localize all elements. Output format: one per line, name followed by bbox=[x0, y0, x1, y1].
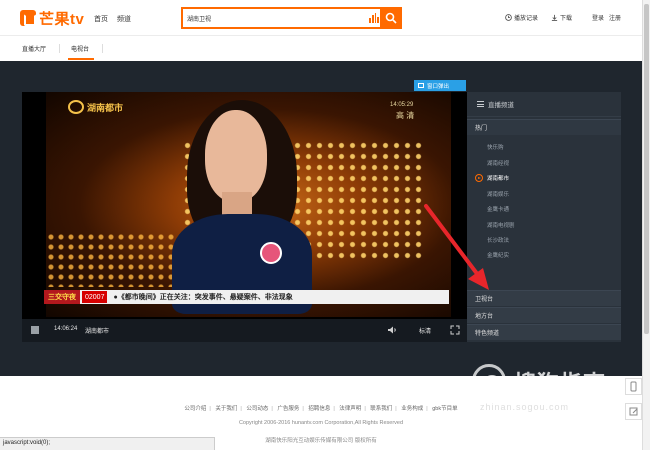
category-featured[interactable]: 特色频道 bbox=[467, 324, 621, 340]
footer-link-ads[interactable]: 广告服务 bbox=[277, 406, 299, 412]
ticker-text: ●《都市晚间》正在关注：突发事件、悬疑案件、非法现象 bbox=[113, 294, 293, 301]
subnav-divider bbox=[102, 44, 103, 53]
footer-link-legal[interactable]: 法律声明 bbox=[339, 406, 361, 412]
scrollbar-thumb[interactable] bbox=[644, 4, 649, 334]
download-icon bbox=[551, 14, 558, 21]
footer-copyright: Copyright 2006-2016 hunantv.com Corporat… bbox=[238, 420, 404, 426]
tab-live-hall[interactable]: 直播大厅 bbox=[22, 44, 46, 53]
channel-label: 湖南都市 bbox=[487, 176, 510, 182]
mango-tv-logo[interactable]: 芒果tv bbox=[20, 9, 85, 28]
channel-item[interactable]: 湖南经视 bbox=[467, 157, 621, 169]
popout-window-button[interactable]: 窗口弹出 bbox=[414, 80, 466, 91]
footer-link-business[interactable]: 业务构成 bbox=[401, 406, 423, 412]
channel-item[interactable]: 湖南娱乐 bbox=[467, 188, 621, 200]
nav-home-link[interactable]: 首页 bbox=[94, 14, 108, 24]
channel-item[interactable]: 金鹰卡通 bbox=[467, 203, 621, 215]
current-channel-name: 湖南都市 bbox=[85, 329, 110, 335]
search-box bbox=[181, 7, 402, 29]
station-logo: 湖南都市 bbox=[68, 100, 123, 114]
current-time: 14:06:24 bbox=[54, 326, 78, 332]
channel-item[interactable]: 湖南电视剧 bbox=[467, 219, 621, 231]
active-tab-indicator bbox=[68, 58, 94, 60]
live-channel-panel: 直播频道 热门 快乐购 湖南经视 湖南都市 湖南娱乐 金鹰卡通 湖南电视剧 长沙… bbox=[467, 92, 621, 342]
footer-link-about-company[interactable]: 公司介绍 bbox=[184, 406, 206, 412]
tab-tv-stations[interactable]: 电视台 bbox=[71, 44, 89, 53]
on-screen-hd-label: 高 清 bbox=[396, 111, 415, 120]
download-button[interactable]: 下载 bbox=[551, 13, 572, 22]
hot-search-icon[interactable] bbox=[369, 13, 379, 23]
channel-item-active[interactable]: 湖南都市 bbox=[467, 172, 621, 184]
history-button[interactable]: 播放记录 bbox=[505, 13, 538, 22]
list-icon bbox=[477, 101, 484, 107]
nav-channels-link[interactable]: 频道 bbox=[117, 14, 131, 24]
login-link[interactable]: 登录 bbox=[592, 13, 604, 22]
category-satellite[interactable]: 卫视台 bbox=[467, 290, 621, 306]
name-badge bbox=[260, 242, 282, 264]
footer-link-news[interactable]: 公司动态 bbox=[246, 406, 268, 412]
footer-link-contact[interactable]: 联系我们 bbox=[370, 406, 392, 412]
panel-title: 直播频道 bbox=[488, 102, 514, 109]
category-local[interactable]: 地方台 bbox=[467, 307, 621, 323]
play-icon bbox=[475, 174, 483, 182]
footer-link-gbk-schedule[interactable]: gbk节目单 bbox=[432, 406, 457, 412]
footer-link-about-us[interactable]: 关于我们 bbox=[215, 406, 237, 412]
logo-text: 芒果tv bbox=[39, 10, 85, 28]
download-label: 下载 bbox=[560, 16, 573, 22]
studio-lights bbox=[46, 232, 176, 287]
register-link[interactable]: 注册 bbox=[609, 13, 621, 22]
search-input[interactable] bbox=[187, 12, 363, 25]
popout-label: 窗口弹出 bbox=[427, 83, 450, 90]
window-icon bbox=[418, 83, 424, 88]
top-header: 芒果tv 首页 频道 播放记录 下载 登录 注册 bbox=[0, 0, 642, 36]
search-icon bbox=[385, 12, 397, 24]
station-logo-text: 湖南都市 bbox=[87, 102, 124, 113]
clock-icon bbox=[505, 14, 512, 21]
panel-header: 直播频道 bbox=[467, 92, 621, 117]
history-label: 播放记录 bbox=[514, 16, 539, 22]
host-face bbox=[205, 110, 267, 202]
fullscreen-icon[interactable] bbox=[450, 325, 460, 335]
footer-link-jobs[interactable]: 招聘信息 bbox=[308, 406, 330, 412]
quality-button[interactable]: 标清 bbox=[419, 326, 431, 335]
channel-item[interactable]: 金鹰纪实 bbox=[467, 249, 621, 261]
on-screen-clock: 14:05:29 bbox=[390, 102, 414, 108]
stop-button[interactable] bbox=[31, 326, 39, 334]
watermark-text: 搜狗指南 bbox=[514, 371, 607, 396]
ticker-id: 02007 bbox=[82, 291, 108, 303]
sogou-logo-icon bbox=[472, 364, 506, 398]
player-controls: 14:06:24 湖南都市 标清 bbox=[22, 319, 467, 342]
ticker-tag: 三交守夜 bbox=[44, 290, 80, 304]
video-player[interactable]: 湖南都市 14:05:29 高 清 三交守夜 02007 ●《都市晚间》正在关注… bbox=[22, 92, 467, 319]
subnav-divider bbox=[59, 44, 60, 53]
station-logo-icon bbox=[68, 100, 84, 114]
volume-icon[interactable] bbox=[387, 325, 397, 335]
category-hot[interactable]: 热门 bbox=[467, 119, 621, 135]
sogou-watermark: 搜狗指南 zhinan.sogou.com bbox=[472, 362, 642, 412]
news-ticker: 三交守夜 02007 ●《都市晚间》正在关注：突发事件、悬疑案件、非法现象 bbox=[44, 290, 449, 304]
browser-status-bar: javascript:void(0); bbox=[0, 437, 215, 450]
sub-navigation: 直播大厅 电视台 bbox=[0, 36, 642, 61]
channel-item[interactable]: 快乐购 bbox=[467, 141, 621, 153]
channel-item[interactable]: 长沙政法 bbox=[467, 234, 621, 246]
watermark-url: zhinan.sogou.com bbox=[480, 402, 570, 412]
search-button[interactable] bbox=[380, 7, 402, 29]
mango-logo-icon bbox=[20, 10, 36, 26]
